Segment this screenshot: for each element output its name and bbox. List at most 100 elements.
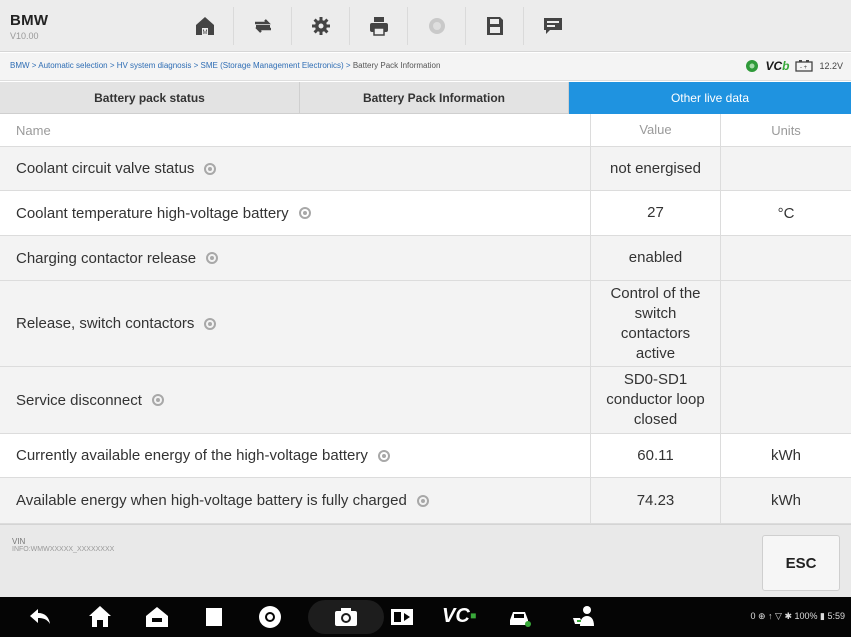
row-value: 74.23 xyxy=(590,478,720,523)
print-button[interactable] xyxy=(350,7,408,45)
info-icon[interactable] xyxy=(377,449,390,462)
browser-button[interactable] xyxy=(256,603,284,631)
video-record-icon xyxy=(391,609,413,625)
info-icon[interactable] xyxy=(206,252,219,264)
breadcrumb-current: Battery Pack Information xyxy=(352,61,441,70)
table-row[interactable]: Coolant temperature high-voltage battery… xyxy=(0,191,851,236)
table-row[interactable]: Charging contactor release enabled xyxy=(0,236,851,281)
row-name-cell: Available energy when high-voltage batte… xyxy=(0,478,590,523)
help-button[interactable] xyxy=(408,7,466,45)
row-unit xyxy=(720,236,851,280)
brand: BMW V10.00 xyxy=(10,12,48,41)
home-button[interactable]: M xyxy=(176,7,234,45)
data-logging-button[interactable] xyxy=(524,7,582,45)
table-row[interactable]: Currently available energy of the high-v… xyxy=(0,434,851,478)
row-name-cell: Charging contactor release xyxy=(0,236,590,280)
technician-icon xyxy=(573,606,594,626)
row-value: 60.11 xyxy=(590,434,720,477)
table-row[interactable]: Service disconnect SD0-SD1 conductor loo… xyxy=(0,367,851,434)
save-icon xyxy=(486,17,503,35)
row-value: 27 xyxy=(590,191,720,235)
row-value: Control of the switch contactors active xyxy=(590,281,720,366)
help-icon xyxy=(428,18,445,34)
vin-label: VIN xyxy=(12,537,26,546)
row-value: enabled xyxy=(590,236,720,280)
vci-manager-button[interactable]: VC▪ xyxy=(442,605,477,628)
brand-name: BMW xyxy=(10,12,49,29)
table-header: Name Value Units xyxy=(0,114,851,147)
row-name: Release, switch contactors xyxy=(16,315,195,332)
save-button[interactable] xyxy=(466,7,524,45)
settings-button[interactable] xyxy=(292,7,350,45)
info-icon[interactable] xyxy=(416,494,429,507)
vehicle-swap-icon xyxy=(254,19,271,33)
tab-other-live-data[interactable]: Other live data xyxy=(569,82,851,114)
row-name-cell: Release, switch contactors xyxy=(0,281,590,366)
tab-battery-pack-status[interactable]: Battery pack status xyxy=(0,82,300,114)
row-name-cell: Coolant temperature high-voltage battery xyxy=(0,191,590,235)
vehicle-swap-button[interactable] xyxy=(234,7,292,45)
technician-support-button[interactable] xyxy=(570,603,598,631)
back-arrow-icon xyxy=(30,609,50,624)
table-row[interactable]: Coolant circuit valve status not energis… xyxy=(0,147,851,191)
row-unit xyxy=(720,367,851,433)
row-unit xyxy=(720,281,851,366)
screenshot-button[interactable] xyxy=(332,603,360,631)
footer-bar: VIN INFO:WMWXXXXX_XXXXXXXX ESC xyxy=(0,524,851,597)
back-button[interactable] xyxy=(26,603,54,631)
row-name: Available energy when high-voltage batte… xyxy=(16,492,407,509)
row-unit: °C xyxy=(720,191,851,235)
car-icon xyxy=(510,612,531,627)
system-nav-bar: VC▪ 0 ⊕ ↑ ▽ ✱ 100% ▮ 5:59 xyxy=(0,597,851,637)
row-value: SD0-SD1 conductor loop closed xyxy=(590,367,720,433)
row-unit: kWh xyxy=(720,434,851,477)
row-name: Coolant temperature high-voltage battery xyxy=(16,204,289,222)
brand-version: V10.00 xyxy=(10,31,39,41)
info-icon[interactable] xyxy=(204,317,217,330)
chrome-icon xyxy=(259,606,281,628)
svg-text:M: M xyxy=(202,30,207,36)
vci-status: VCb xyxy=(765,59,790,73)
row-value: not energised xyxy=(590,147,720,190)
home-icon xyxy=(89,606,111,627)
row-name-cell: Coolant circuit valve status xyxy=(0,147,590,190)
print-icon xyxy=(369,17,388,36)
row-name: Coolant circuit valve status xyxy=(16,160,195,177)
table-row[interactable]: Release, switch contactors Control of th… xyxy=(0,281,851,367)
app-home-nav-button[interactable] xyxy=(143,603,171,631)
row-name: Service disconnect xyxy=(16,391,142,409)
row-unit xyxy=(720,147,851,190)
breadcrumb-bar: BMW > Automatic selection > HV system di… xyxy=(0,53,851,81)
row-name: Charging contactor release xyxy=(16,249,197,267)
connection-status: VCb - + 12.2V xyxy=(745,59,843,73)
house-icon xyxy=(146,607,168,627)
breadcrumb-path[interactable]: BMW > Automatic selection > HV system di… xyxy=(10,61,353,70)
gear-icon xyxy=(311,17,330,35)
tab-battery-pack-information[interactable]: Battery Pack Information xyxy=(300,82,569,114)
info-icon[interactable] xyxy=(204,162,217,175)
remote-expert-button[interactable] xyxy=(506,603,534,631)
data-logging-icon xyxy=(544,18,562,34)
header-units: Units xyxy=(720,114,851,146)
info-icon[interactable] xyxy=(151,394,164,406)
breadcrumb: BMW > Automatic selection > HV system di… xyxy=(10,61,440,70)
home-nav-button[interactable] xyxy=(86,603,114,631)
home-icon: M xyxy=(195,17,214,36)
camera-icon xyxy=(335,608,357,626)
recent-apps-icon xyxy=(206,608,222,626)
recent-apps-button[interactable] xyxy=(200,603,228,631)
esc-button[interactable]: ESC xyxy=(762,535,840,591)
screen-record-button[interactable] xyxy=(388,603,416,631)
header-value: Value xyxy=(590,114,720,146)
info-icon[interactable] xyxy=(298,207,311,219)
battery-voltage-icon: - + xyxy=(795,60,814,72)
svg-text:- +: - + xyxy=(800,65,808,71)
top-toolbar: BMW V10.00 M xyxy=(0,0,851,52)
row-unit: kWh xyxy=(720,478,851,523)
tab-bar: Battery pack status Battery Pack Informa… xyxy=(0,82,851,114)
table-row[interactable]: Available energy when high-voltage batte… xyxy=(0,478,851,524)
row-name-cell: Service disconnect xyxy=(0,367,590,433)
header-name: Name xyxy=(16,122,51,138)
voltage-readout: 12.2V xyxy=(819,61,843,71)
row-name: Currently available energy of the high-v… xyxy=(16,447,368,464)
